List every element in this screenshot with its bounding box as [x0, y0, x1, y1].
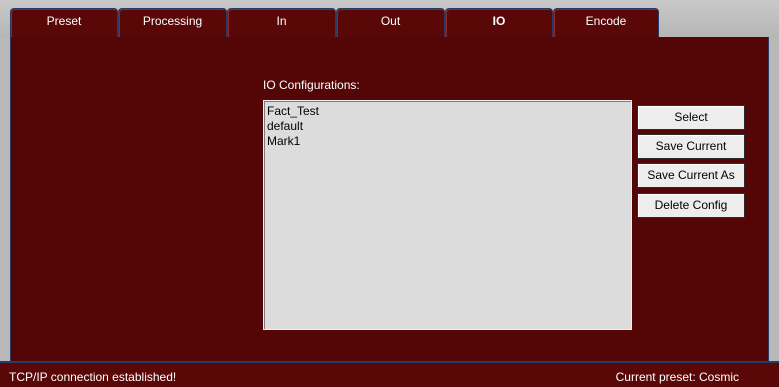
- status-bar: TCP/IP connection established! Current p…: [0, 361, 779, 387]
- connection-status: TCP/IP connection established!: [9, 370, 177, 384]
- save-current-button[interactable]: Save Current: [637, 134, 745, 159]
- save-current-as-button[interactable]: Save Current As: [637, 163, 745, 188]
- tab-in[interactable]: In: [227, 8, 336, 38]
- tab-io[interactable]: IO: [445, 8, 553, 38]
- list-item[interactable]: default: [266, 119, 629, 134]
- tab-strip: Preset Processing In Out IO Encode: [0, 0, 779, 38]
- io-panel: IO Configurations: Fact_Test default Mar…: [10, 37, 769, 361]
- delete-config-button[interactable]: Delete Config: [637, 193, 745, 218]
- list-item[interactable]: Fact_Test: [266, 104, 629, 119]
- tab-encode[interactable]: Encode: [553, 8, 659, 38]
- io-configurations-label: IO Configurations:: [263, 78, 360, 92]
- tab-preset[interactable]: Preset: [10, 8, 118, 38]
- io-configurations-list[interactable]: Fact_Test default Mark1: [263, 100, 632, 330]
- list-item[interactable]: Mark1: [266, 134, 629, 149]
- select-button[interactable]: Select: [637, 105, 745, 130]
- current-preset-status: Current preset: Cosmic: [615, 370, 739, 384]
- app-window: Preset Processing In Out IO Encode IO Co…: [0, 0, 779, 387]
- tab-out[interactable]: Out: [336, 8, 445, 38]
- tab-processing[interactable]: Processing: [118, 8, 227, 38]
